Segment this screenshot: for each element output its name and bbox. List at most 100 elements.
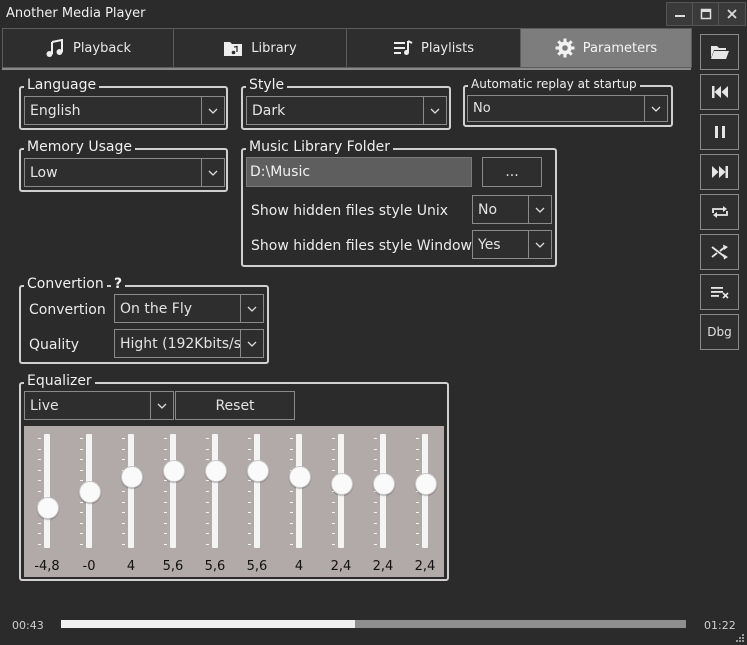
chevron-down-icon [644,96,667,121]
eq-band[interactable]: 2,4 [362,426,404,577]
eq-slider-track[interactable] [128,434,134,548]
equalizer-panel: -4,8 -0 4 5,6 5,6 5,6 4 2,4 2,4 2,4 [24,426,444,577]
memory-select[interactable]: Low [24,158,225,187]
eq-slider-track[interactable] [212,434,218,548]
gear-icon [555,38,575,58]
eq-tick [122,448,125,450]
chevron-down-icon [240,295,263,322]
eq-slider-track[interactable] [296,434,302,548]
eq-band[interactable]: -0 [68,426,110,577]
eq-tick [164,522,167,524]
eq-tick [374,448,377,450]
browse-folder-button[interactable]: ... [482,157,542,187]
eq-tick [248,448,251,450]
maximize-button[interactable] [692,2,720,26]
eq-slider-knob[interactable] [121,466,143,489]
eq-tick [290,522,293,524]
chevron-down-icon [201,97,224,124]
clear-list-icon [710,287,729,299]
eq-tick [248,522,251,524]
open-folder-button[interactable] [700,34,739,70]
quality-label: Quality [29,337,80,353]
shuffle-icon [710,244,728,260]
eq-tick [38,491,41,492]
next-button[interactable] [700,154,739,190]
tab-library-label: Library [251,40,297,56]
folder-open-icon [710,46,729,59]
eq-slider-track[interactable] [170,434,176,548]
eq-tick [416,522,419,524]
eq-slider-track[interactable] [254,434,260,548]
debug-button[interactable]: Dbg [700,314,739,350]
hidden-windows-select[interactable]: Yes [472,230,552,259]
eq-band[interactable]: 5,6 [194,426,236,577]
eq-band[interactable]: 5,6 [236,426,278,577]
eq-tick [416,469,419,471]
eq-tick [164,501,167,503]
eq-tick [416,512,419,514]
style-value: Dark [252,102,286,119]
eq-tick [416,544,419,545]
eq-tick [38,438,41,439]
tab-library[interactable]: Library [173,28,347,68]
memory-value: Low [30,164,58,181]
shuffle-button[interactable] [700,234,739,270]
repeat-button[interactable] [700,194,739,230]
tab-playlists[interactable]: Playlists [346,28,521,68]
eq-band[interactable]: 4 [110,426,152,577]
eq-tick [290,533,293,535]
resize-grip-icon[interactable] [734,632,745,643]
eq-band[interactable]: 2,4 [320,426,362,577]
convertion-label: Convertion [24,277,107,292]
eq-tick [122,438,125,439]
eq-band[interactable]: -4,8 [26,426,68,577]
convertion-mode-label: Convertion [29,302,106,318]
eq-band[interactable]: 2,4 [404,426,446,577]
eq-band[interactable]: 5,6 [152,426,194,577]
eq-slider-knob[interactable] [37,496,59,519]
close-button[interactable] [718,2,746,26]
equalizer-reset-button[interactable]: Reset [175,391,295,420]
library-folder-label: Music Library Folder [246,140,393,155]
style-select[interactable]: Dark [246,96,447,125]
quality-select[interactable]: Hight (192Kbits/s) [114,329,264,358]
eq-band[interactable]: 4 [278,426,320,577]
eq-slider-knob[interactable] [205,460,227,483]
eq-slider-knob[interactable] [163,460,185,483]
eq-tick [248,533,251,535]
repeat-icon [711,206,728,218]
progress-track[interactable] [61,620,686,628]
eq-tick [374,459,377,461]
eq-tick [332,448,335,450]
eq-tick [374,501,377,503]
convertion-mode-select[interactable]: On the Fly [114,294,264,323]
eq-tick [164,480,167,482]
eq-tick [248,459,251,461]
previous-button[interactable] [700,74,739,110]
hidden-unix-select[interactable]: No [472,195,552,224]
pause-button[interactable] [700,114,739,150]
eq-slider-track[interactable] [44,434,50,548]
eq-slider-knob[interactable] [289,466,311,489]
clear-playlist-button[interactable] [700,274,739,310]
autoreplay-value: No [473,101,491,116]
language-select[interactable]: English [24,96,225,125]
eq-slider-knob[interactable] [247,460,269,483]
eq-tick [332,522,335,524]
eq-slider-knob[interactable] [415,473,437,496]
autoreplay-select[interactable]: No [467,95,668,122]
eq-slider-knob[interactable] [373,473,395,496]
convertion-mode-value: On the Fly [120,300,192,317]
eq-tick [290,512,293,514]
minimize-button[interactable] [666,2,694,26]
eq-tick [164,448,167,450]
eq-tick [332,512,335,514]
eq-tick [374,438,377,439]
equalizer-preset-select[interactable]: Live [24,391,174,420]
eq-slider-knob[interactable] [79,481,101,503]
convertion-help[interactable]: ? [111,277,126,292]
tab-playback[interactable]: Playback [2,28,174,68]
eq-slider-knob[interactable] [331,473,353,496]
tab-parameters[interactable]: Parameters [520,28,692,68]
library-path-field[interactable]: D:\Music [246,157,472,187]
